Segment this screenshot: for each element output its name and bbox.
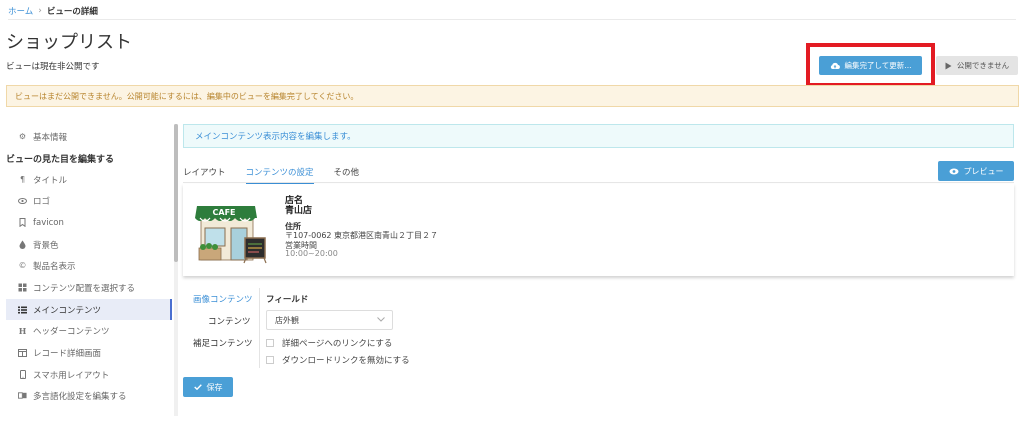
top-divider bbox=[8, 19, 1016, 20]
field-heading: フィールド bbox=[266, 295, 309, 305]
cafe-sign-text: CAFE bbox=[213, 208, 236, 217]
sidebar-item-label: タイトル bbox=[33, 175, 68, 186]
card-shop-name: 青山店 bbox=[285, 206, 313, 216]
sidebar-item-label: ヘッダーコンテンツ bbox=[33, 326, 110, 337]
save-button-label: 保存 bbox=[206, 382, 223, 392]
heading-icon: H bbox=[18, 325, 27, 336]
gear-icon: ⚙ bbox=[18, 132, 27, 141]
sidebar-item-header-content[interactable]: H ヘッダーコンテンツ bbox=[6, 320, 172, 341]
preview-button-label: プレビュー bbox=[963, 166, 1004, 176]
info-alert-text: メインコンテンツ表示内容を編集します。 bbox=[195, 132, 356, 142]
sidebar-item-label: favicon bbox=[33, 217, 64, 228]
preview-card: CAFE 店名 青山店 住所 〒107-0062 東京都港区南青山２丁目２７ 営… bbox=[183, 184, 1014, 276]
chevron-down-icon bbox=[377, 316, 385, 324]
sidebar-item-content-layout[interactable]: コンテンツ配置を選択する bbox=[6, 277, 172, 298]
grid-icon bbox=[18, 283, 27, 292]
sidebar-scrollbar[interactable] bbox=[174, 124, 178, 416]
play-icon bbox=[945, 62, 952, 69]
field-select[interactable]: 店外観 bbox=[266, 310, 393, 330]
eye-icon bbox=[18, 196, 27, 205]
language-icon bbox=[18, 391, 27, 400]
sidebar-item-product-name[interactable]: © 製品名表示 bbox=[6, 255, 172, 276]
info-alert: メインコンテンツ表示内容を編集します。 bbox=[183, 124, 1014, 148]
unpublish-button[interactable]: 公開できません bbox=[936, 56, 1018, 75]
disable-download-checkbox-row[interactable]: ダウンロードリンクを無効にする bbox=[266, 354, 410, 366]
breadcrumb-separator: › bbox=[38, 6, 42, 16]
page-title: ショップリスト bbox=[6, 32, 132, 53]
unpublish-button-label: 公開できません bbox=[956, 61, 1010, 70]
sidebar-item-label: 背景色 bbox=[33, 240, 59, 251]
sidebar-item-multilanguage[interactable]: 多言語化設定を編集する bbox=[6, 385, 172, 406]
sidebar-item-label: レコード詳細画面 bbox=[33, 348, 102, 359]
detail-link-checkbox-row[interactable]: 詳細ページへのリンクにする bbox=[266, 337, 392, 349]
sidebar-item-label: 多言語化設定を編集する bbox=[33, 391, 127, 402]
cafe-illustration: CAFE bbox=[195, 206, 267, 264]
sidebar-item-label: コンテンツ配置を選択する bbox=[33, 283, 136, 294]
form-label-supplement: 補足コンテンツ bbox=[193, 339, 253, 349]
warning-alert-text: ビューはまだ公開できません。公開可能にするには、編集中のビューを編集完了してくだ… bbox=[15, 91, 359, 101]
list-icon bbox=[18, 305, 27, 314]
warning-alert: ビューはまだ公開できません。公開可能にするには、編集中のビューを編集完了してくだ… bbox=[6, 85, 1019, 107]
card-hours: 10:00~20:00 bbox=[285, 249, 338, 258]
sidebar-item-label: メインコンテンツ bbox=[33, 305, 102, 316]
copyright-icon: © bbox=[18, 261, 27, 270]
tab-content-settings[interactable]: コンテンツの設定 bbox=[245, 160, 314, 185]
breadcrumb-home-link[interactable]: ホーム bbox=[8, 5, 33, 17]
paragraph-icon: ¶ bbox=[19, 175, 26, 184]
detail-link-checkbox-label: 詳細ページへのリンクにする bbox=[282, 339, 393, 349]
publish-status-text: ビューは現在非公開です bbox=[6, 62, 100, 72]
form-label-image-content[interactable]: 画像コンテンツ bbox=[193, 293, 253, 305]
field-select-value: 店外観 bbox=[275, 315, 299, 325]
tab-layout[interactable]: レイアウト bbox=[183, 160, 226, 184]
sidebar-item-basic-info[interactable]: ⚙ 基本情報 bbox=[6, 126, 172, 147]
save-button[interactable]: 保存 bbox=[183, 377, 233, 397]
sidebar-item-favicon[interactable]: favicon bbox=[6, 212, 172, 233]
sidebar-item-record-detail[interactable]: レコード詳細画面 bbox=[6, 342, 172, 363]
bookmark-icon bbox=[18, 218, 27, 227]
sidebar-item-label: 基本情報 bbox=[33, 132, 68, 143]
droplet-icon bbox=[18, 240, 27, 249]
sidebar-item-label: ロゴ bbox=[33, 196, 51, 207]
tab-other[interactable]: その他 bbox=[334, 160, 360, 184]
preview-button[interactable]: プレビュー bbox=[938, 161, 1014, 181]
breadcrumb: ホーム › ビューの詳細 bbox=[8, 4, 98, 18]
disable-download-checkbox[interactable] bbox=[266, 356, 274, 364]
check-icon bbox=[193, 384, 202, 390]
update-button[interactable]: 編集完了して更新... bbox=[819, 56, 922, 75]
detail-link-checkbox[interactable] bbox=[266, 339, 274, 347]
cloud-upload-icon bbox=[830, 62, 840, 69]
eye-icon bbox=[949, 168, 958, 174]
sidebar-item-mobile-layout[interactable]: スマホ用レイアウト bbox=[6, 364, 172, 385]
sidebar-item-label: スマホ用レイアウト bbox=[33, 370, 110, 381]
mobile-icon bbox=[18, 370, 27, 379]
sidebar-item-label: 製品名表示 bbox=[33, 261, 76, 272]
form-divider bbox=[259, 288, 260, 368]
disable-download-checkbox-label: ダウンロードリンクを無効にする bbox=[282, 356, 410, 366]
update-button-label: 編集完了して更新... bbox=[844, 61, 912, 70]
content-tabs: レイアウト コンテンツの設定 その他 bbox=[183, 160, 379, 185]
sidebar-item-title[interactable]: ¶ タイトル bbox=[6, 169, 172, 190]
form-label-content: コンテンツ bbox=[208, 317, 251, 327]
sidebar-scrollbar-thumb[interactable] bbox=[174, 124, 178, 262]
sidebar-item-logo[interactable]: ロゴ bbox=[6, 190, 172, 211]
window-icon bbox=[18, 348, 27, 357]
sidebar-item-background-color[interactable]: 背景色 bbox=[6, 234, 172, 255]
tabs-divider bbox=[183, 182, 1014, 183]
breadcrumb-current: ビューの詳細 bbox=[46, 7, 98, 17]
sidebar-heading: ビューの見た目を編集する bbox=[6, 155, 115, 165]
sidebar-item-main-content[interactable]: メインコンテンツ bbox=[6, 299, 172, 320]
